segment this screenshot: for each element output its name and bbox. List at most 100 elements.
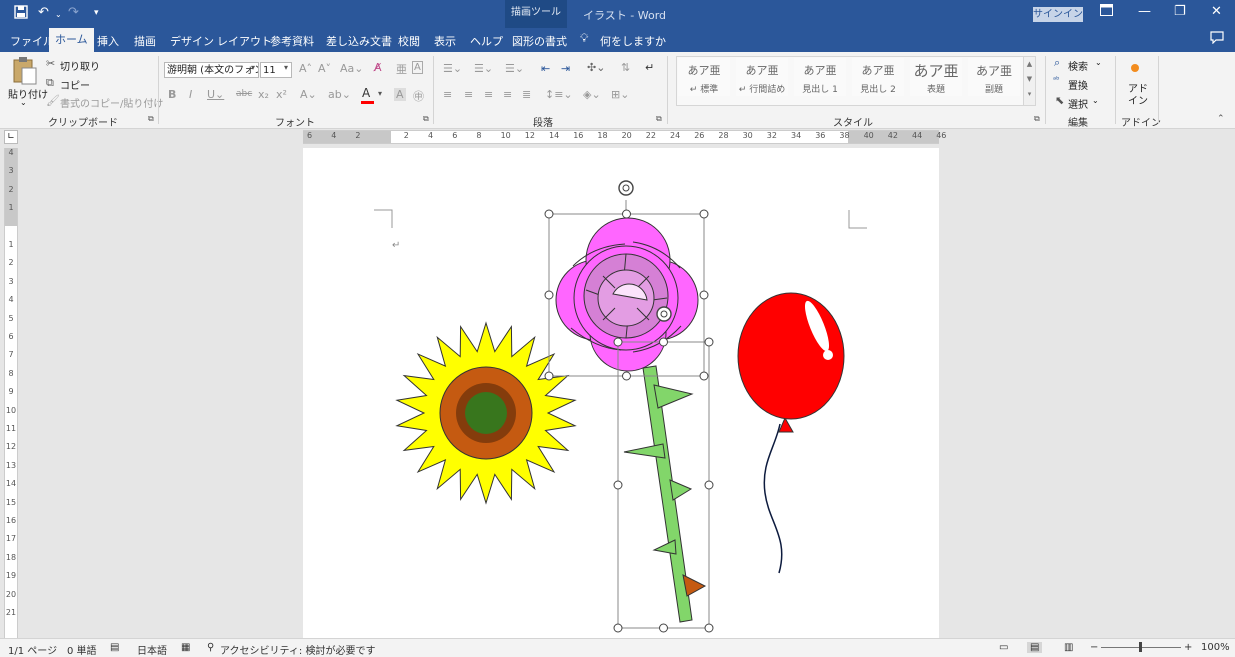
resize-handle[interactable]	[622, 209, 631, 219]
proofing-icon[interactable]: ▤	[110, 642, 119, 653]
tab-home[interactable]: ホーム	[49, 28, 94, 52]
italic-icon[interactable]: I	[189, 88, 192, 101]
font-name-dropdown-icon[interactable]: ▾	[251, 63, 255, 72]
select-icon[interactable]: ⬉	[1055, 94, 1064, 107]
asian-layout-icon[interactable]: ✣⌄	[587, 61, 605, 74]
find-button[interactable]: 検索	[1068, 58, 1088, 73]
sunflower-shape[interactable]	[395, 321, 577, 505]
shading-icon[interactable]: ◈⌄	[583, 88, 601, 101]
addins-icon[interactable]	[1131, 64, 1139, 72]
zoom-out-icon[interactable]: −	[1090, 642, 1098, 653]
undo-dropdown-icon[interactable]: ⌄	[55, 10, 62, 19]
phonetic-guide-icon[interactable]: 亜	[396, 61, 407, 77]
read-mode-icon[interactable]: ▭	[999, 642, 1008, 653]
align-center-icon[interactable]: ≡	[464, 88, 473, 101]
customize-icon[interactable]: ▾	[94, 8, 99, 18]
sort-icon[interactable]: ⇅	[621, 61, 630, 74]
find-icon[interactable]: ⌕	[1054, 56, 1060, 70]
styles-launcher-icon[interactable]: ⧉	[1034, 114, 1040, 124]
align-right-icon[interactable]: ≡	[484, 88, 493, 101]
tab-view[interactable]: 表示	[434, 33, 456, 49]
style-heading-2[interactable]: あア亜 見出し 2	[852, 58, 904, 96]
collapse-ribbon-icon[interactable]: ⌃	[1217, 114, 1225, 124]
tab-help[interactable]: ヘルプ	[470, 33, 503, 49]
zoom-level[interactable]: 100%	[1201, 642, 1230, 653]
increase-indent-icon[interactable]: ⇥	[561, 62, 570, 75]
print-layout-icon[interactable]: ▤	[1027, 642, 1043, 653]
tab-draw[interactable]: 描画	[134, 33, 156, 49]
addins-button[interactable]: アド イン	[1128, 84, 1148, 108]
resize-handle[interactable]	[699, 209, 709, 219]
resize-handle[interactable]	[659, 337, 668, 347]
resize-handle[interactable]	[613, 480, 623, 490]
strikethrough-icon[interactable]: abc	[236, 89, 252, 99]
distributed-icon[interactable]: ≣	[522, 88, 531, 101]
rotate-handle-rose[interactable]	[618, 180, 634, 196]
text-effects-icon[interactable]: A⌄	[300, 88, 317, 101]
find-dropdown-icon[interactable]: ⌄	[1095, 58, 1102, 67]
replace-icon[interactable]: ᵃᵇ	[1053, 75, 1060, 84]
horizontal-ruler[interactable]: 6 4 2 2 4 6 8 10 12 14 16 18 20 22 24 26 28 30 32 34 36 38 40 4…	[303, 130, 946, 144]
change-case-icon[interactable]: Aa⌄	[340, 62, 363, 75]
web-layout-icon[interactable]: ▥	[1064, 642, 1073, 653]
resize-handle[interactable]	[699, 290, 709, 300]
comments-icon[interactable]	[1210, 31, 1224, 47]
show-formatting-icon[interactable]: ↵	[645, 61, 654, 74]
tab-shape-format[interactable]: 図形の書式	[512, 33, 567, 49]
tell-me-search[interactable]: 何をしますか	[600, 33, 666, 49]
clipboard-launcher-icon[interactable]: ⧉	[148, 114, 154, 124]
font-name-combo[interactable]: 游明朝 (本文のフォン	[164, 62, 259, 78]
tab-insert[interactable]: 挿入	[97, 33, 119, 49]
font-size-dropdown-icon[interactable]: ▾	[284, 63, 288, 72]
macro-icon[interactable]: ▦	[181, 642, 190, 653]
underline-icon[interactable]: U⌄	[207, 88, 224, 101]
grow-font-icon[interactable]: A˄	[299, 62, 312, 75]
tab-file[interactable]: ファイル	[10, 33, 54, 49]
replace-button[interactable]: 置換	[1068, 77, 1088, 92]
rose-stem-shape[interactable]	[623, 365, 707, 623]
tab-review[interactable]: 校閲	[398, 33, 420, 49]
borders-icon[interactable]: ⊞⌄	[611, 88, 629, 101]
resize-handle[interactable]	[622, 371, 631, 381]
style-title[interactable]: あア亜 表題	[910, 58, 962, 96]
close-icon[interactable]: ✕	[1211, 4, 1222, 19]
resize-handle[interactable]	[544, 371, 554, 381]
resize-handle[interactable]	[704, 480, 714, 490]
tab-layout[interactable]: レイアウト	[217, 33, 272, 49]
accessibility-icon[interactable]: ⚲	[207, 642, 214, 653]
font-color-icon[interactable]: A	[362, 86, 370, 100]
paragraph-launcher-icon[interactable]: ⧉	[656, 114, 662, 124]
paste-button[interactable]: 貼り付け	[8, 86, 48, 101]
copy-button[interactable]: コピー	[60, 77, 90, 92]
signin-button[interactable]: サインイン	[1033, 7, 1083, 22]
balloon-shape[interactable]	[737, 292, 845, 574]
resize-handle[interactable]	[613, 337, 623, 347]
multilevel-list-icon[interactable]: ☰⌄	[505, 62, 524, 75]
minimize-icon[interactable]: —	[1138, 4, 1151, 19]
enclose-characters-icon[interactable]: ㊥	[413, 88, 424, 104]
copy-icon[interactable]: ⧉	[46, 76, 54, 90]
resize-handle[interactable]	[544, 290, 554, 300]
character-border-icon[interactable]: A	[412, 61, 423, 74]
select-dropdown-icon[interactable]: ⌄	[1092, 96, 1099, 105]
bullets-icon[interactable]: ☰⌄	[443, 62, 462, 75]
tab-selector[interactable]: ∟	[4, 130, 18, 144]
styles-scroll[interactable]: ▲ ▼ ▾	[1023, 56, 1036, 106]
redo-icon[interactable]: ↷	[68, 5, 79, 20]
resize-handle[interactable]	[704, 623, 714, 633]
character-shading-icon[interactable]: A	[394, 88, 406, 101]
zoom-slider-thumb[interactable]	[1139, 642, 1142, 652]
highlight-color-icon[interactable]: ab⌄	[328, 88, 351, 101]
resize-handle[interactable]	[659, 623, 668, 633]
align-left-icon[interactable]: ≡	[443, 88, 452, 101]
superscript-icon[interactable]: x²	[276, 88, 287, 101]
shrink-font-icon[interactable]: A˅	[318, 62, 331, 75]
resize-handle[interactable]	[613, 623, 623, 633]
zoom-in-icon[interactable]: +	[1184, 642, 1192, 653]
bold-icon[interactable]: B	[168, 88, 176, 101]
tab-design[interactable]: デザイン	[170, 33, 214, 49]
word-count[interactable]: 0 単語	[67, 642, 97, 657]
save-icon[interactable]	[14, 5, 28, 23]
paste-icon[interactable]	[12, 56, 38, 89]
numbering-icon[interactable]: ☰⌄	[474, 62, 493, 75]
